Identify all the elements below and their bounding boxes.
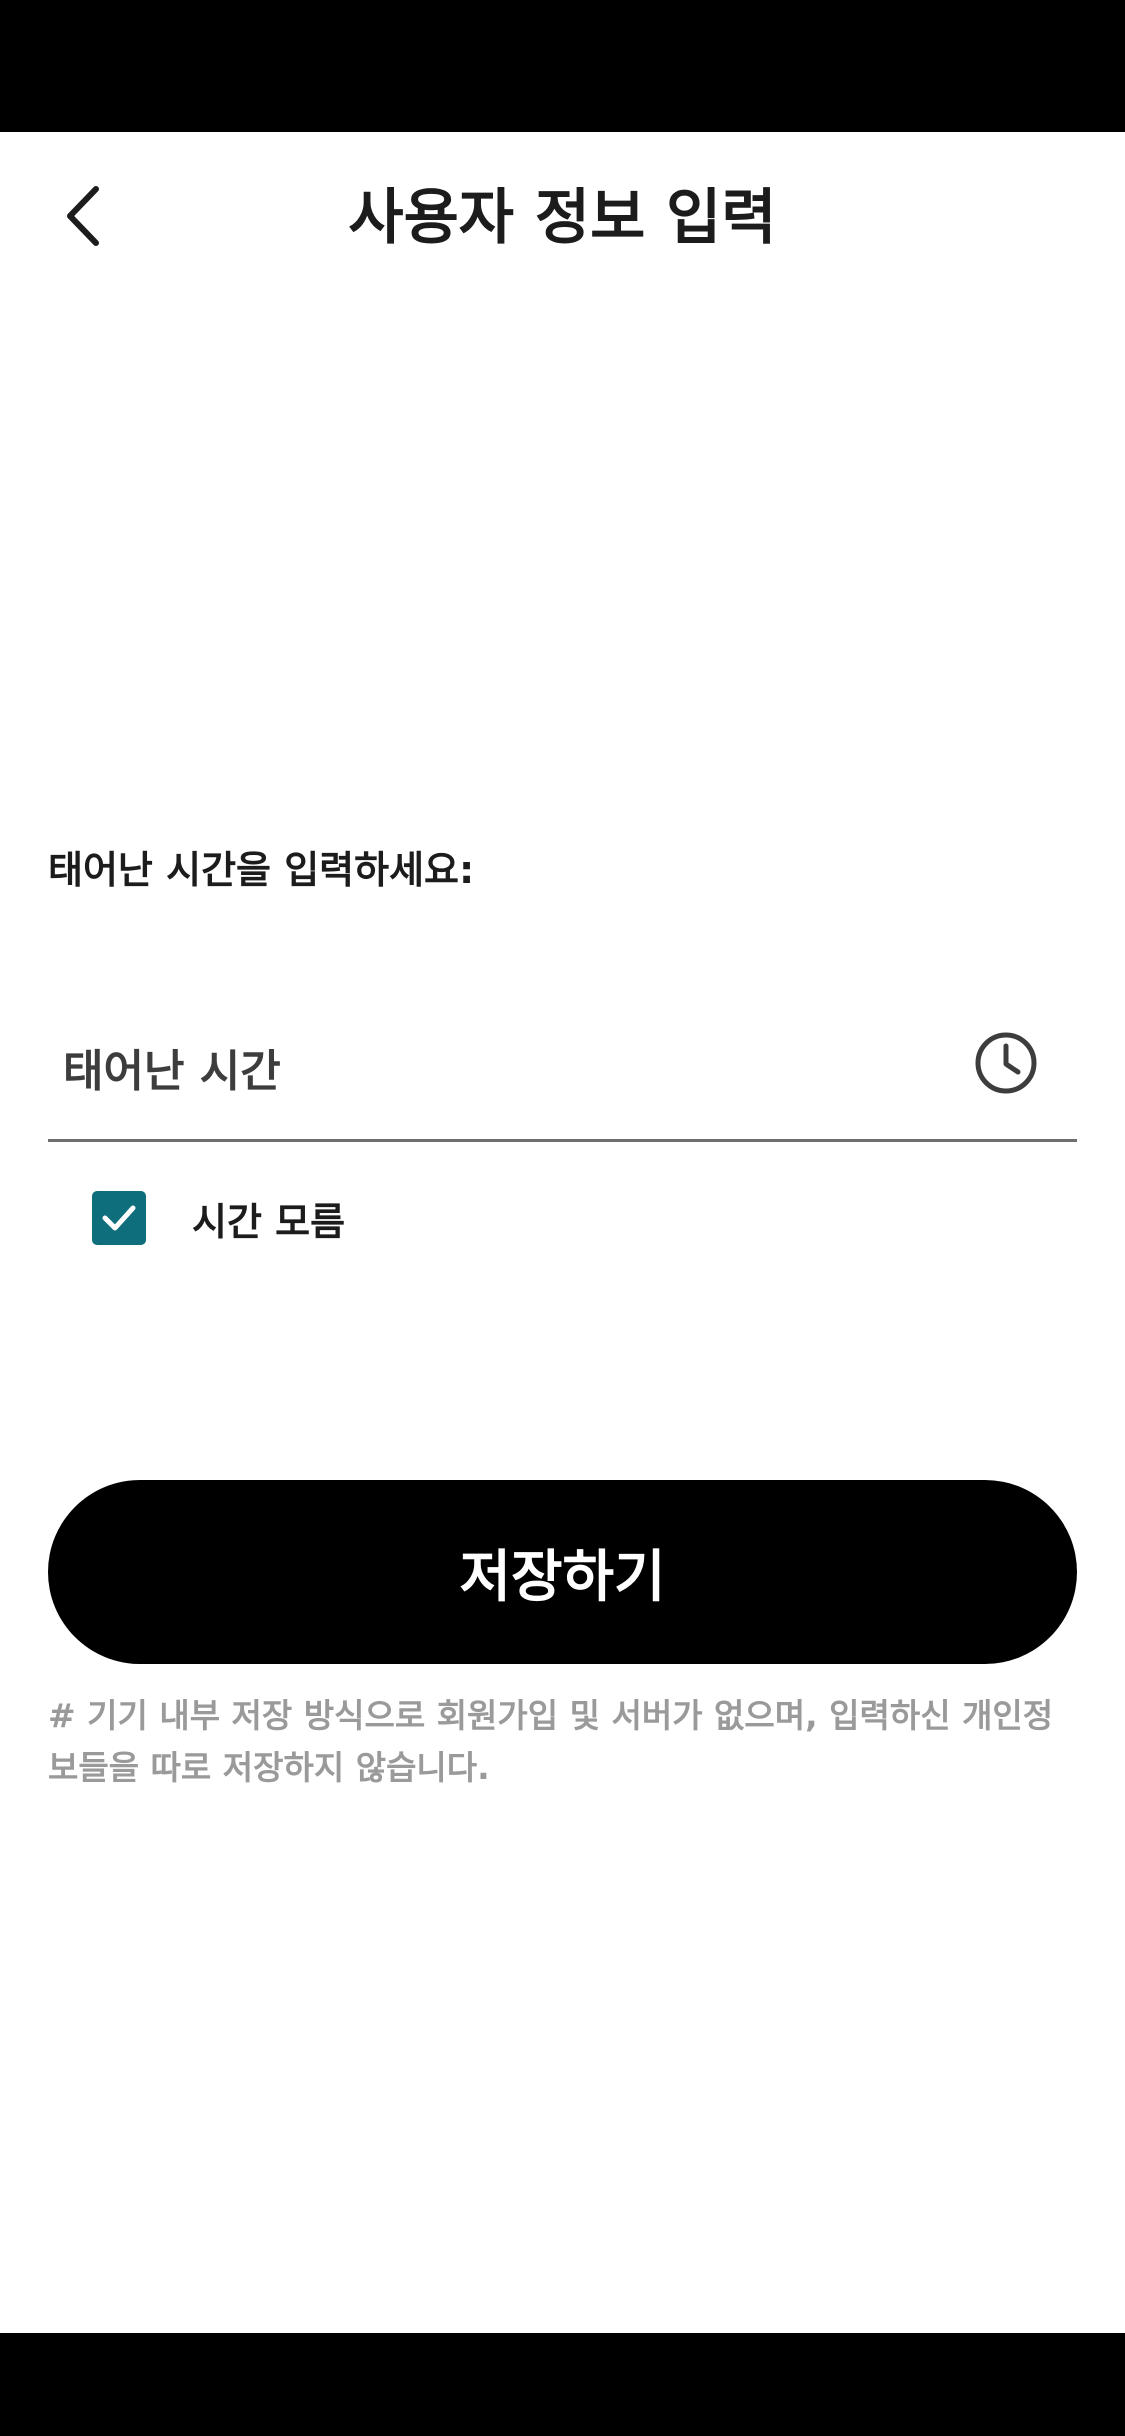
- birth-time-input[interactable]: 태어난 시간: [48, 1010, 1077, 1142]
- unknown-time-label: 시간 모름: [192, 1199, 346, 1244]
- checkmark-icon: [102, 1205, 136, 1231]
- save-button[interactable]: 저장하기: [48, 1480, 1077, 1664]
- unknown-time-checkbox[interactable]: [92, 1191, 146, 1245]
- save-button-label: 저장하기: [459, 1544, 666, 1610]
- birth-time-prompt: 태어난 시간을 입력하세요:: [48, 848, 475, 892]
- privacy-notice: # 기기 내부 저장 방식으로 회원가입 및 서버가 없으며, 입력하신 개인정…: [48, 1696, 1054, 1787]
- page-title: 사용자 정보 입력: [348, 183, 777, 253]
- birth-time-placeholder: 태어난 시간: [63, 1046, 281, 1097]
- status-bar: [0, 0, 1125, 132]
- unknown-time-toggle[interactable]: 시간 모름: [92, 1188, 345, 1248]
- navigation-bar: [0, 2333, 1125, 2436]
- clock-icon[interactable]: [973, 1030, 1039, 1096]
